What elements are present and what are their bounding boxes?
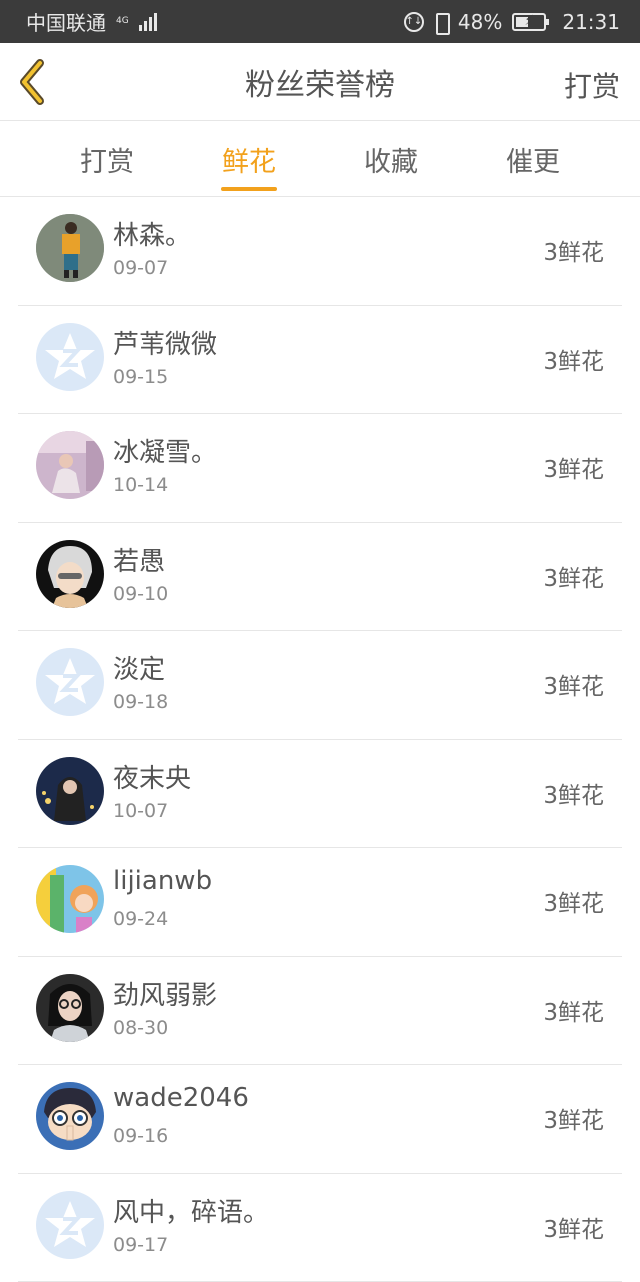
fan-list: 林森。09-073鲜花芦苇微微09-153鲜花冰凝雪。10-143鲜花若愚09-… xyxy=(18,197,622,1282)
fan-date: 10-14 xyxy=(113,474,168,496)
charging-bolt-icon: ⚡ xyxy=(524,13,534,29)
fan-row[interactable]: 林森。 09-07 3鲜花 xyxy=(18,197,622,306)
avatar[interactable] xyxy=(36,1082,104,1150)
avatar[interactable] xyxy=(36,757,104,825)
fan-date: 10-07 xyxy=(113,800,168,822)
fan-row[interactable]: 芦苇微微 09-15 3鲜花 xyxy=(18,306,622,415)
status-bar-left: 中国联通 4G xyxy=(26,7,157,36)
fan-name: 淡定 xyxy=(113,649,165,686)
chevron-left-icon xyxy=(14,57,54,107)
avatar[interactable] xyxy=(36,431,104,499)
tab-urge[interactable]: 催更 xyxy=(462,121,604,197)
fan-name: 劲风弱影 xyxy=(113,975,217,1012)
fan-row[interactable]: 夜末央 10-07 3鲜花 xyxy=(18,740,622,849)
tab-collect[interactable]: 收藏 xyxy=(320,121,462,197)
flower-count: 3鲜花 xyxy=(543,884,604,918)
avatar[interactable] xyxy=(36,865,104,933)
fan-date: 09-16 xyxy=(113,1125,168,1147)
fan-row[interactable]: 冰凝雪。 10-14 3鲜花 xyxy=(18,414,622,523)
fan-row[interactable]: lijianwb 09-24 3鲜花 xyxy=(18,848,622,957)
tab-bar: 打赏 鲜花 收藏 催更 xyxy=(0,121,640,197)
fan-date: 09-10 xyxy=(113,583,168,605)
flower-count: 3鲜花 xyxy=(543,776,604,810)
fan-date: 09-17 xyxy=(113,1234,168,1256)
fan-row[interactable]: 劲风弱影 08-30 3鲜花 xyxy=(18,957,622,1066)
page-title: 粉丝荣誉榜 xyxy=(245,60,395,104)
fan-row[interactable]: 淡定 09-18 3鲜花 xyxy=(18,631,622,740)
fan-row[interactable]: 风中，碎语。 09-17 3鲜花 xyxy=(18,1174,622,1282)
fan-row[interactable]: wade2046 09-16 3鲜花 xyxy=(18,1065,622,1174)
signal-icon xyxy=(139,13,157,31)
avatar[interactable] xyxy=(36,1191,104,1259)
fan-date: 08-30 xyxy=(113,1017,168,1039)
tab-reward[interactable]: 打赏 xyxy=(36,121,178,197)
data-saver-icon: ↑↓ xyxy=(404,12,424,32)
fan-date: 09-15 xyxy=(113,366,168,388)
fan-name: 风中，碎语。 xyxy=(113,1192,269,1229)
status-bar-right: ↑↓ 48% ⚡ 21:31 xyxy=(404,10,620,34)
flower-count: 3鲜花 xyxy=(543,450,604,484)
battery-percent: 48% xyxy=(458,10,502,34)
avatar[interactable] xyxy=(36,540,104,608)
fan-name: wade2046 xyxy=(113,1083,249,1113)
status-bar: 中国联通 4G ↑↓ 48% ⚡ 21:31 xyxy=(0,0,640,43)
carrier-label: 中国联通 xyxy=(26,7,106,36)
network-type-label: 4G xyxy=(116,17,129,26)
avatar[interactable] xyxy=(36,648,104,716)
fan-name: 芦苇微微 xyxy=(113,324,217,361)
vibrate-icon xyxy=(430,12,452,32)
fan-name: lijianwb xyxy=(113,866,212,896)
fan-name: 夜末央 xyxy=(113,758,191,795)
fan-date: 09-07 xyxy=(113,257,168,279)
fan-date: 09-24 xyxy=(113,908,168,930)
back-button[interactable] xyxy=(14,57,54,107)
clock: 21:31 xyxy=(562,10,620,34)
flower-count: 3鲜花 xyxy=(543,1101,604,1135)
avatar[interactable] xyxy=(36,323,104,391)
tab-flowers[interactable]: 鲜花 xyxy=(178,121,320,197)
flower-count: 3鲜花 xyxy=(543,233,604,267)
avatar[interactable] xyxy=(36,214,104,282)
avatar[interactable] xyxy=(36,974,104,1042)
flower-count: 3鲜花 xyxy=(543,667,604,701)
fan-row[interactable]: 若愚 09-10 3鲜花 xyxy=(18,523,622,632)
fan-date: 09-18 xyxy=(113,691,168,713)
flower-count: 3鲜花 xyxy=(543,993,604,1027)
flower-count: 3鲜花 xyxy=(543,342,604,376)
flower-count: 3鲜花 xyxy=(543,1210,604,1244)
flower-count: 3鲜花 xyxy=(543,559,604,593)
fan-name: 林森。 xyxy=(113,215,191,252)
fan-name: 若愚 xyxy=(113,541,165,578)
app-header: 粉丝荣誉榜 打赏 xyxy=(0,43,640,121)
battery-icon: ⚡ xyxy=(512,13,546,31)
fan-name: 冰凝雪。 xyxy=(113,432,217,469)
reward-button[interactable]: 打赏 xyxy=(564,65,620,105)
